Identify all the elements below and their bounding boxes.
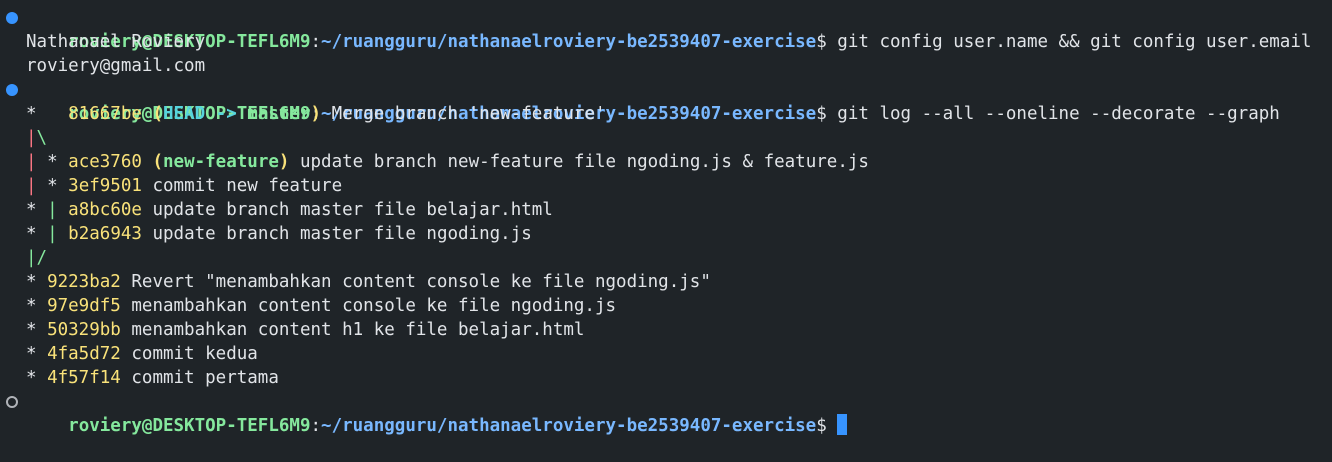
commit-message: Merge branch 'new-feature': [321, 104, 606, 124]
graph-line-green: |: [47, 224, 58, 244]
commit-message: commit new feature: [141, 176, 343, 196]
commit-message: update branch master file belajar.html: [141, 200, 553, 220]
output-line: roviery@gmail.com: [0, 54, 1332, 78]
graph-marker: *: [26, 272, 48, 292]
ref-close-paren: ): [278, 152, 290, 172]
prompt-line: roviery@DESKTOP-TEFL6M9:~/ruangguru/nath…: [0, 78, 1332, 124]
graph-spacer: [58, 200, 69, 220]
git-log-line: |/: [0, 246, 1332, 270]
graph-marker: *: [26, 224, 48, 244]
graph-marker: *: [36, 152, 69, 172]
graph-marker: *: [36, 176, 69, 196]
commit-hash: 3ef9501: [68, 176, 142, 196]
graph-marker: *: [26, 296, 48, 316]
ref-head-pointer: HEAD ->: [163, 104, 248, 124]
output-line: Nathanael Roviery: [0, 30, 1332, 54]
git-log-line: * 4fa5d72 commit kedua: [0, 342, 1332, 366]
commit-hash: 4f57f14: [47, 368, 121, 388]
prompt-path: ~/ruangguru/nathanaelroviery-be2539407-e…: [321, 416, 817, 436]
git-log-line: * 81667be (HEAD -> master) Merge branch …: [0, 102, 1332, 126]
ref-close-paren: ): [310, 104, 322, 124]
graph-line-red: |: [26, 152, 37, 172]
ref-branch-name: master: [247, 104, 311, 124]
commit-message: update branch new-feature file ngoding.j…: [289, 152, 869, 172]
output-user-name: Nathanael Roviery: [26, 32, 206, 52]
git-log-line: * 50329bb menambahkan content h1 ke file…: [0, 318, 1332, 342]
graph-marker: *: [26, 320, 48, 340]
commit-message: menambahkan content console ke file ngod…: [120, 296, 617, 316]
commit-hash: b2a6943: [68, 224, 142, 244]
prompt-separator: :: [310, 416, 322, 436]
graph-line-red: |: [26, 176, 37, 196]
command-pending-dot-icon[interactable]: [6, 396, 18, 408]
graph-marker: *: [26, 200, 48, 220]
commit-message: menambahkan content h1 ke file belajar.h…: [120, 320, 585, 340]
output-user-email: roviery@gmail.com: [26, 56, 206, 76]
git-log-line: | * 3ef9501 commit new feature: [0, 174, 1332, 198]
commit-message: commit pertama: [120, 368, 279, 388]
commit-message: Revert "menambahkan content console ke f…: [120, 272, 711, 292]
graph-marker: *: [26, 368, 48, 388]
commit-hash: 9223ba2: [47, 272, 121, 292]
prompt-line: roviery@DESKTOP-TEFL6M9:~/ruangguru/nath…: [0, 6, 1332, 52]
text-cursor[interactable]: [837, 414, 848, 435]
commit-hash: a8bc60e: [68, 200, 142, 220]
git-log-line: | * ace3760 (new-feature) update branch …: [0, 150, 1332, 174]
git-log-line: * 4f57f14 commit pertama: [0, 366, 1332, 390]
commit-hash: 4fa5d72: [47, 344, 121, 364]
graph-spacer: [58, 224, 69, 244]
prompt-user-host: roviery@DESKTOP-TEFL6M9: [68, 416, 311, 436]
ref-open-paren: (: [141, 104, 163, 124]
commit-hash: ace3760: [68, 152, 142, 172]
prompt-symbol: $: [816, 416, 827, 436]
commit-hash: 81667be: [68, 104, 142, 124]
commit-hash: 97e9df5: [47, 296, 121, 316]
git-log-line: * 9223ba2 Revert "menambahkan content co…: [0, 270, 1332, 294]
commit-message: commit kedua: [120, 344, 258, 364]
command-success-dot-icon[interactable]: [6, 12, 18, 24]
commit-hash: 50329bb: [47, 320, 121, 340]
command-success-dot-icon[interactable]: [6, 84, 18, 96]
graph-line-red: |: [26, 128, 37, 148]
ref-branch-name: new-feature: [163, 152, 279, 172]
graph-marker: *: [26, 104, 69, 124]
git-log-line: * | b2a6943 update branch master file ng…: [0, 222, 1332, 246]
terminal-window[interactable]: roviery@DESKTOP-TEFL6M9:~/ruangguru/nath…: [0, 0, 1332, 436]
graph-line-green: \: [36, 128, 48, 148]
ref-open-paren: (: [141, 152, 163, 172]
graph-line-green: |: [26, 248, 37, 268]
git-log-line: * 97e9df5 menambahkan content console ke…: [0, 294, 1332, 318]
git-log-line: * | a8bc60e update branch master file be…: [0, 198, 1332, 222]
graph-line-green: |: [47, 200, 58, 220]
graph-marker: *: [26, 344, 48, 364]
git-log-line: |\: [0, 126, 1332, 150]
commit-message: update branch master file ngoding.js: [141, 224, 532, 244]
prompt-line-current[interactable]: roviery@DESKTOP-TEFL6M9:~/ruangguru/nath…: [0, 390, 1332, 436]
graph-line-green: /: [36, 248, 48, 268]
